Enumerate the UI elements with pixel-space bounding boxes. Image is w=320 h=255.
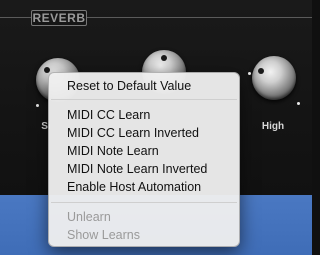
section-divider-left: [0, 17, 31, 18]
high-knob-label: High: [261, 121, 285, 132]
menu-item-midi-note-learn[interactable]: MIDI Note Learn: [67, 143, 159, 160]
menu-item-midi-cc-learn-inverted[interactable]: MIDI CC Learn Inverted: [67, 125, 199, 142]
context-menu: Reset to Default Value MIDI CC Learn MID…: [48, 72, 240, 247]
knob-pointer: [258, 68, 264, 74]
high-knob[interactable]: [252, 56, 296, 100]
knob-cap: [252, 56, 296, 100]
menu-item-reset-default[interactable]: Reset to Default Value: [67, 78, 191, 95]
knob-tick-min: [248, 72, 251, 75]
knob-pointer: [161, 55, 167, 61]
menu-item-midi-cc-learn[interactable]: MIDI CC Learn: [67, 107, 150, 124]
knob-tick-max: [297, 102, 300, 105]
reverb-section-label: REVERB: [31, 10, 87, 26]
menu-item-midi-note-learn-inverted[interactable]: MIDI Note Learn Inverted: [67, 161, 207, 178]
knob-pointer: [44, 67, 50, 73]
menu-item-unlearn: Unlearn: [67, 210, 111, 224]
section-divider-right: [87, 17, 312, 18]
knob-tick-min: [36, 104, 39, 107]
menu-item-enable-host-automation[interactable]: Enable Host Automation: [67, 179, 201, 196]
menu-separator: [51, 202, 237, 203]
menu-item-show-learns: Show Learns: [67, 228, 140, 242]
menu-separator: [51, 99, 237, 100]
